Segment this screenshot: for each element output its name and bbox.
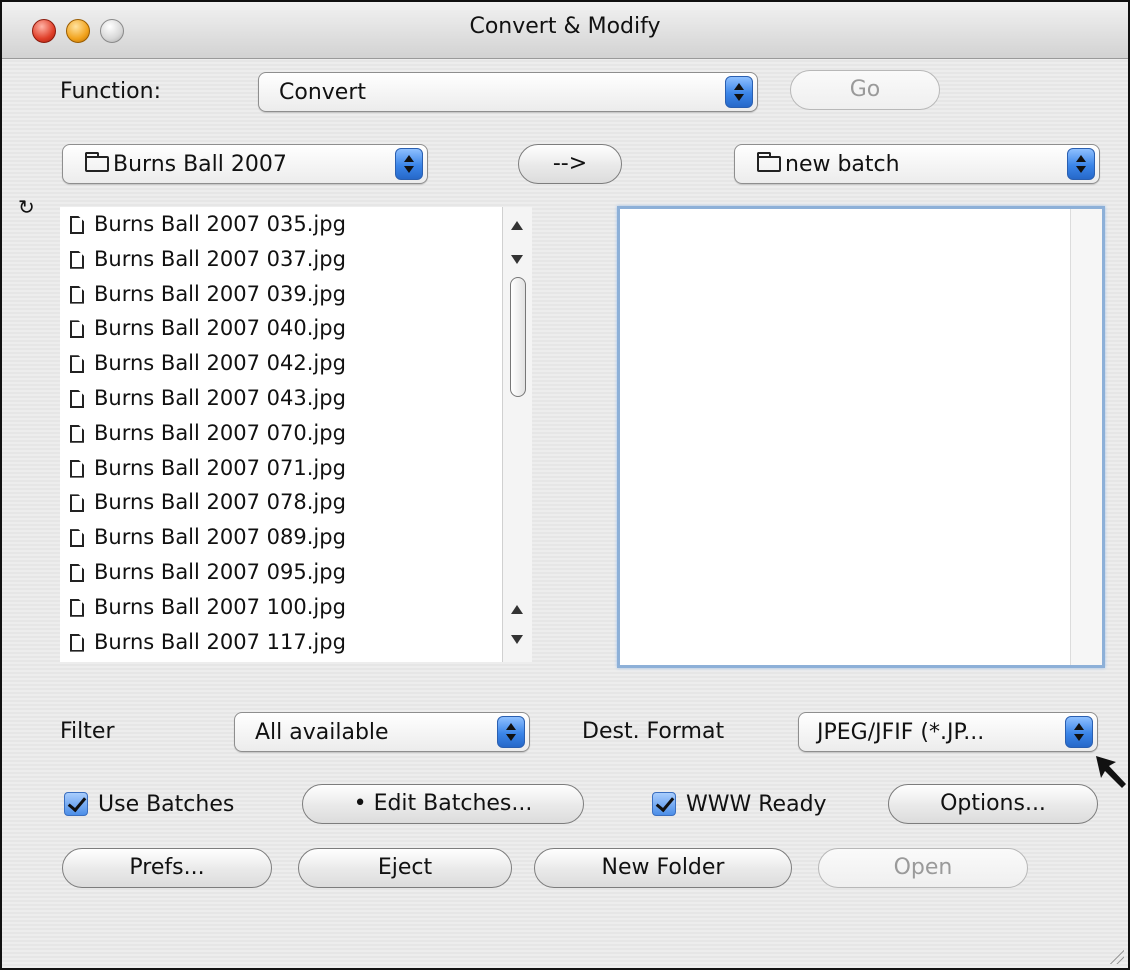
file-list-item[interactable]: Burns Ball 2007 035.jpg [60, 207, 502, 242]
file-name: Burns Ball 2007 043.jpg [94, 385, 346, 410]
file-list-item[interactable]: Burns Ball 2007 071.jpg [60, 451, 502, 486]
file-list-item[interactable]: Burns Ball 2007 117.jpg [60, 625, 502, 660]
folder-icon [85, 152, 109, 172]
document-icon [70, 250, 84, 269]
resize-grip-icon[interactable] [1106, 946, 1124, 964]
file-name: Burns Ball 2007 039.jpg [94, 281, 346, 306]
file-list-item[interactable]: Burns Ball 2007 100.jpg [60, 590, 502, 625]
select-arrows-icon [395, 148, 423, 180]
file-name: Burns Ball 2007 035.jpg [94, 212, 346, 236]
file-name: Burns Ball 2007 070.jpg [94, 420, 346, 445]
document-icon [70, 633, 84, 652]
select-arrows-icon [1067, 148, 1095, 180]
file-list-item[interactable]: Burns Ball 2007 040.jpg [60, 311, 502, 346]
destination-file-list[interactable] [617, 206, 1105, 668]
mouse-pointer-icon [1096, 756, 1126, 788]
file-list-item[interactable]: Burns Ball 2007 070.jpg [60, 416, 502, 451]
filter-select-value: All available [255, 720, 389, 745]
scroll-down-arrow-icon[interactable] [511, 635, 523, 644]
document-icon [70, 563, 84, 582]
dest-folder-select[interactable]: new batch [734, 144, 1100, 184]
dest-list-scrollbar[interactable] [1070, 209, 1102, 665]
scroll-thumb[interactable] [510, 277, 526, 397]
file-name: Burns Ball 2007 095.jpg [94, 559, 346, 584]
use-batches-label: Use Batches [98, 792, 235, 817]
file-list-item[interactable]: Burns Ball 2007 039.jpg [60, 277, 502, 312]
document-icon [70, 320, 84, 339]
prefs-button[interactable]: Prefs... [62, 848, 272, 888]
edit-batches-button[interactable]: • Edit Batches... [302, 784, 584, 824]
document-icon [70, 285, 84, 304]
dest-format-select[interactable]: JPEG/JFIF (*.JP... [798, 712, 1098, 752]
file-name: Burns Ball 2007 071.jpg [94, 455, 346, 480]
filter-label: Filter [60, 719, 115, 744]
source-folder-select[interactable]: Burns Ball 2007 [62, 144, 428, 184]
file-list-item[interactable]: Burns Ball 2007 078.jpg [60, 485, 502, 520]
options-button[interactable]: Options... [888, 784, 1098, 824]
document-icon [70, 459, 84, 478]
document-icon [70, 424, 84, 443]
select-arrows-icon [725, 76, 753, 108]
source-folder-name: Burns Ball 2007 [113, 152, 287, 177]
folder-icon [757, 152, 781, 172]
select-arrows-icon [1065, 716, 1093, 748]
file-list-item[interactable]: Burns Ball 2007 042.jpg [60, 346, 502, 381]
filter-select[interactable]: All available [234, 712, 530, 752]
function-select-value: Convert [279, 80, 366, 105]
scroll-down-arrow-icon[interactable] [511, 255, 523, 264]
www-ready-label: WWW Ready [686, 792, 827, 817]
file-name: Burns Ball 2007 040.jpg [94, 316, 346, 341]
www-ready-checkbox[interactable] [652, 792, 676, 816]
refresh-icon[interactable]: ↻ [18, 196, 40, 218]
use-batches-checkbox[interactable] [64, 792, 88, 816]
transfer-button[interactable]: --> [518, 144, 622, 184]
file-list-item[interactable]: Burns Ball 2007 043.jpg [60, 381, 502, 416]
dest-format-value: JPEG/JFIF (*.JP... [817, 720, 985, 745]
window-title: Convert & Modify [469, 14, 661, 39]
eject-button[interactable]: Eject [298, 848, 512, 888]
select-arrows-icon [497, 716, 525, 748]
document-icon [70, 216, 84, 234]
source-file-list[interactable]: Burns Ball 2007 035.jpg Burns Ball 2007 … [60, 207, 502, 662]
file-name: Burns Ball 2007 037.jpg [94, 246, 346, 271]
file-name: Burns Ball 2007 042.jpg [94, 351, 346, 376]
file-name: Burns Ball 2007 100.jpg [94, 594, 346, 619]
file-list-item[interactable]: Burns Ball 2007 095.jpg [60, 555, 502, 590]
file-name: Burns Ball 2007 089.jpg [94, 525, 346, 550]
dest-folder-name: new batch [785, 152, 900, 177]
file-list-item[interactable]: Burns Ball 2007 089.jpg [60, 520, 502, 555]
go-button[interactable]: Go [790, 70, 940, 110]
new-folder-button[interactable]: New Folder [534, 848, 792, 888]
file-name: Burns Ball 2007 078.jpg [94, 490, 346, 515]
file-name: Burns Ball 2007 117.jpg [94, 629, 346, 654]
scroll-up-arrow-icon[interactable] [511, 221, 523, 230]
dest-format-label: Dest. Format [582, 719, 725, 744]
convert-modify-window: Convert & Modify Function: Convert Go Bu… [0, 0, 1130, 970]
function-select[interactable]: Convert [258, 72, 758, 112]
function-label: Function: [60, 79, 161, 104]
scroll-up-arrow-icon[interactable] [511, 605, 523, 614]
source-list-scrollbar[interactable] [502, 207, 532, 662]
title-bar[interactable]: Convert & Modify [2, 2, 1128, 59]
file-list-item[interactable]: Burns Ball 2007 037.jpg [60, 242, 502, 277]
document-icon [70, 598, 84, 617]
document-icon [70, 389, 84, 408]
open-button[interactable]: Open [818, 848, 1028, 888]
document-icon [70, 494, 84, 513]
document-icon [70, 355, 84, 374]
document-icon [70, 529, 84, 548]
